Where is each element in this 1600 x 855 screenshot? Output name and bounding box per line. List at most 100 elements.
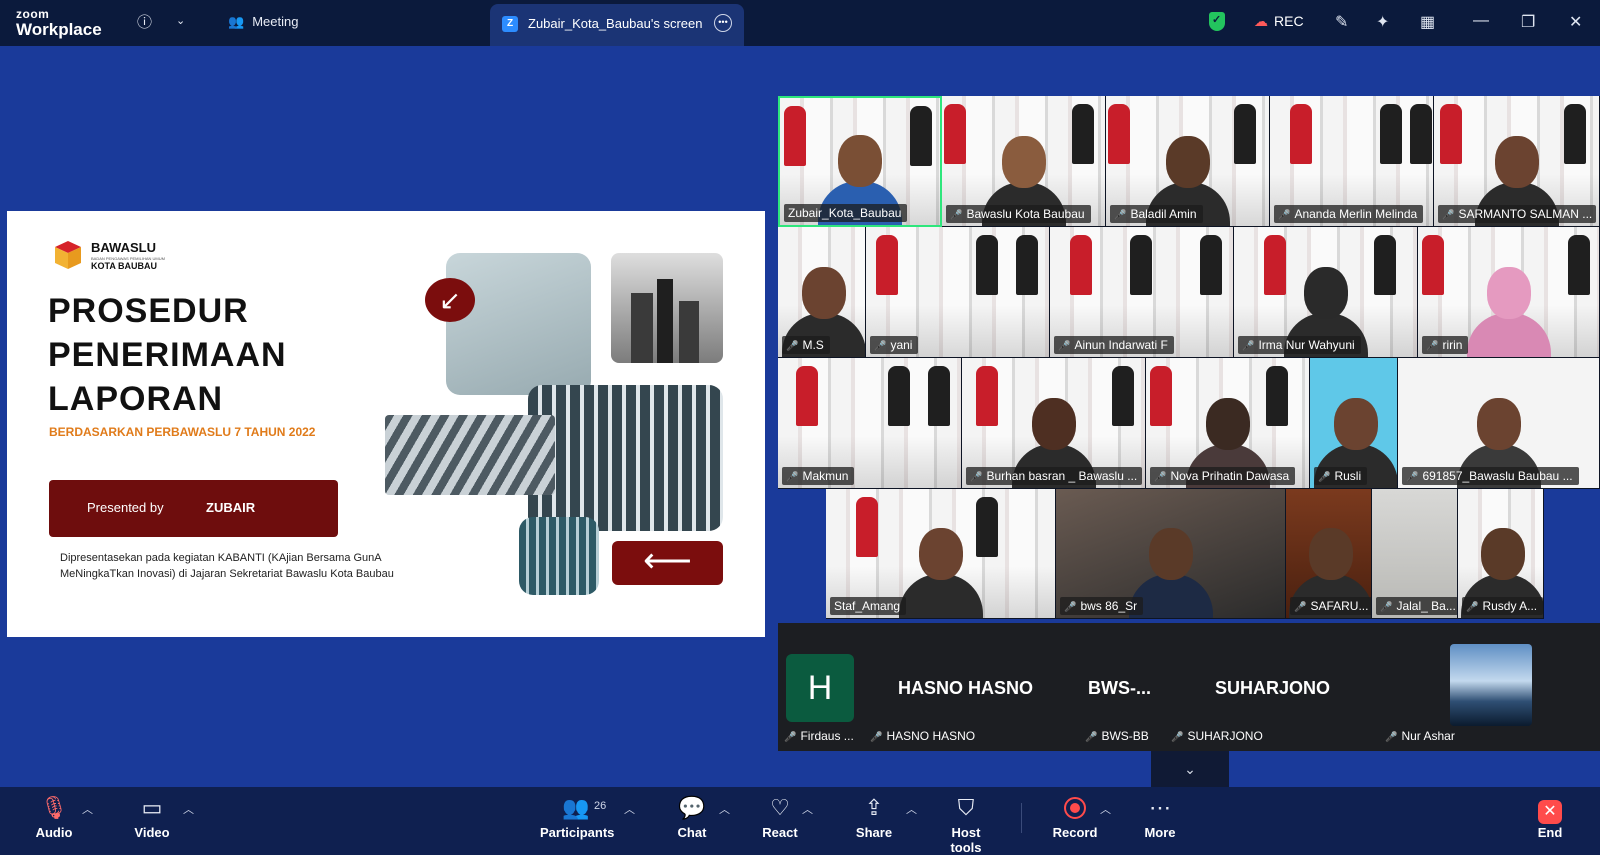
muted-mic-icon: 🎙 — [40, 795, 68, 820]
muted-mic-icon: 🎤 — [1426, 341, 1439, 352]
muted-mic-icon: 🎤 — [786, 472, 799, 483]
restore-icon[interactable]: ❐ — [1521, 12, 1535, 32]
video-tile[interactable]: 🎤 yani — [866, 227, 1050, 358]
video-tile[interactable]: 🎤 SARMANTO SALMAN ... — [1434, 96, 1600, 227]
video-tile[interactable]: 🎤 Jalal_ Ba... — [1372, 489, 1458, 619]
presented-by-label: Presented by — [87, 500, 164, 515]
chat-button[interactable]: 💬 Chat — [672, 795, 712, 840]
meeting-menu[interactable]: 👥 Meeting — [228, 14, 298, 30]
meeting-label: Meeting — [252, 14, 299, 29]
share-button[interactable]: ⇪ Share — [852, 795, 896, 840]
muted-mic-icon: 🎤 — [1278, 210, 1291, 221]
participant-video — [898, 514, 983, 618]
chat-label: Chat — [677, 825, 707, 840]
share-options-chevron-icon[interactable]: ︿ — [906, 801, 917, 817]
muted-mic-icon: 🎤 — [1058, 341, 1071, 352]
people-icon: 👥 — [228, 14, 245, 29]
security-shield-icon[interactable] — [1209, 12, 1225, 31]
participant-name: 🎤 Irma Nur Wahyuni — [1238, 336, 1361, 354]
participant-name: 🎤 Ananda Merlin Melinda — [1274, 205, 1424, 223]
video-tile[interactable]: 🎤 691857_Bawaslu Baubau ... — [1398, 358, 1600, 489]
participant-name: 🎤 yani — [870, 336, 919, 354]
react-label: React — [762, 825, 798, 840]
building-photo — [446, 253, 591, 395]
facade-photo — [528, 385, 723, 531]
video-tile[interactable]: Zubair_Kota_Baubau — [778, 96, 942, 227]
record-options-chevron-icon[interactable]: ︿ — [1100, 801, 1111, 817]
participant-label: 🎤 SUHARJONO — [1171, 729, 1263, 743]
gallery-scroll-down-button[interactable]: ⌄ — [1151, 751, 1229, 787]
video-button[interactable]: ▭ Video — [130, 795, 174, 840]
participant-name: 🎤 Jalal_ Ba... — [1376, 597, 1457, 615]
participant-name: 🎤 bws 86_Sr — [1060, 597, 1144, 615]
react-options-chevron-icon[interactable]: ︿ — [802, 801, 813, 817]
more-label: More — [1144, 825, 1176, 840]
skyscraper-photo — [611, 253, 723, 363]
muted-mic-icon: 🎤 — [784, 732, 797, 743]
muted-mic-icon: 🎤 — [874, 341, 887, 352]
react-button[interactable]: ♡ React — [760, 795, 800, 840]
end-icon: ✕ — [1530, 795, 1570, 824]
video-tile[interactable]: 🎤 Bawaslu Kota Baubau — [942, 96, 1106, 227]
arrow-left-icon: ⟵ — [612, 541, 723, 585]
participant-label: 🎤 HASNO HASNO — [870, 729, 976, 743]
more-options-icon[interactable]: ••• — [714, 14, 732, 32]
heart-icon: ♡ — [770, 795, 790, 820]
chevron-down-icon: ⌄ — [1184, 761, 1196, 777]
org-name: BAWASLU — [91, 240, 156, 255]
video-options-chevron-icon[interactable]: ︿ — [183, 801, 194, 817]
record-button[interactable]: Record — [1050, 795, 1100, 840]
logo-brand: Workplace — [16, 20, 102, 39]
muted-mic-icon: 🎤 — [1380, 602, 1393, 613]
muted-mic-icon: 🎤 — [970, 472, 983, 483]
more-button[interactable]: ⋯ More — [1140, 795, 1180, 840]
video-tile[interactable]: 🎤 Nova Prihatin Dawasa — [1146, 358, 1310, 489]
close-icon[interactable]: ✕ — [1569, 12, 1582, 32]
video-tile[interactable]: 🎤 Makmun — [778, 358, 962, 489]
video-tile[interactable]: Staf_Amang — [826, 489, 1056, 619]
participant-label: 🎤 BWS-BB — [1085, 729, 1149, 743]
chat-options-chevron-icon[interactable]: ︿ — [719, 801, 730, 817]
recording-indicator[interactable]: ☁ REC — [1254, 13, 1304, 30]
participant-name: 🎤 Burhan basran _ Bawaslu ... — [966, 467, 1142, 485]
video-tile[interactable]: 🎤 Baladil Amin — [1106, 96, 1270, 227]
slide-title: PROSEDUR PENERIMAAN LAPORAN — [48, 289, 287, 421]
host-tools-button[interactable]: ⛉ Host tools — [935, 795, 997, 855]
video-tile[interactable]: 🎤 ririn — [1418, 227, 1600, 358]
participants-options-chevron-icon[interactable]: ︿ — [624, 801, 635, 817]
muted-mic-icon: 🎤 — [786, 341, 799, 352]
muted-mic-icon: 🎤 — [1442, 210, 1455, 221]
video-tile[interactable]: 🎤 Ananda Merlin Melinda — [1270, 96, 1434, 227]
info-icon[interactable]: ⓘ — [137, 11, 152, 32]
video-tile[interactable]: 🎤 Rusli — [1310, 358, 1398, 489]
muted-mic-icon: 🎤 — [1242, 341, 1255, 352]
video-tile[interactable]: 🎤 Burhan basran _ Bawaslu ... — [962, 358, 1146, 489]
video-label: Video — [134, 825, 170, 840]
minimize-icon[interactable]: — — [1473, 12, 1489, 30]
end-label: End — [1537, 825, 1563, 840]
audio-options-chevron-icon[interactable]: ︿ — [82, 801, 93, 817]
video-tile[interactable]: 🎤 Ainun Indarwati F — [1050, 227, 1234, 358]
video-tile[interactable]: 🎤 Irma Nur Wahyuni — [1234, 227, 1418, 358]
chevron-down-icon[interactable]: ⌄ — [176, 14, 185, 27]
audio-button[interactable]: 🎙 Audio — [34, 795, 74, 840]
end-meeting-button[interactable]: ✕ End — [1530, 795, 1570, 840]
ai-companion-icon[interactable]: ✦ — [1376, 12, 1389, 32]
participant-name: 🎤 SAFARU... — [1290, 597, 1371, 615]
participant-name: 🎤 M.S — [782, 336, 830, 354]
video-tile[interactable]: 🎤 M.S — [778, 227, 866, 358]
shared-screen-tab[interactable]: Z Zubair_Kota_Baubau's screen ••• — [490, 4, 744, 46]
non-video-participants: H HASNO HASNO BWS-... SUHARJONO 🎤 Firdaus… — [778, 623, 1600, 751]
avatar[interactable]: H — [786, 654, 854, 722]
participant-name: 🎤 Bawaslu Kota Baubau — [946, 205, 1091, 223]
annotate-icon[interactable]: ✎ — [1335, 12, 1348, 32]
record-label: Record — [1052, 825, 1098, 840]
arrow-down-left-icon: ↙ — [425, 278, 475, 322]
video-tile[interactable]: 🎤 Rusdy A... — [1458, 489, 1544, 619]
apps-icon[interactable]: ▦ — [1420, 12, 1435, 32]
video-tile[interactable]: 🎤 bws 86_Sr — [1056, 489, 1286, 619]
avatar[interactable] — [1450, 644, 1532, 726]
participant-name: Staf_Amang — [830, 597, 907, 615]
video-tile[interactable]: 🎤 SAFARU... — [1286, 489, 1372, 619]
slide-description: Dipresentasekan pada kegiatan KABANTI (K… — [60, 552, 394, 580]
